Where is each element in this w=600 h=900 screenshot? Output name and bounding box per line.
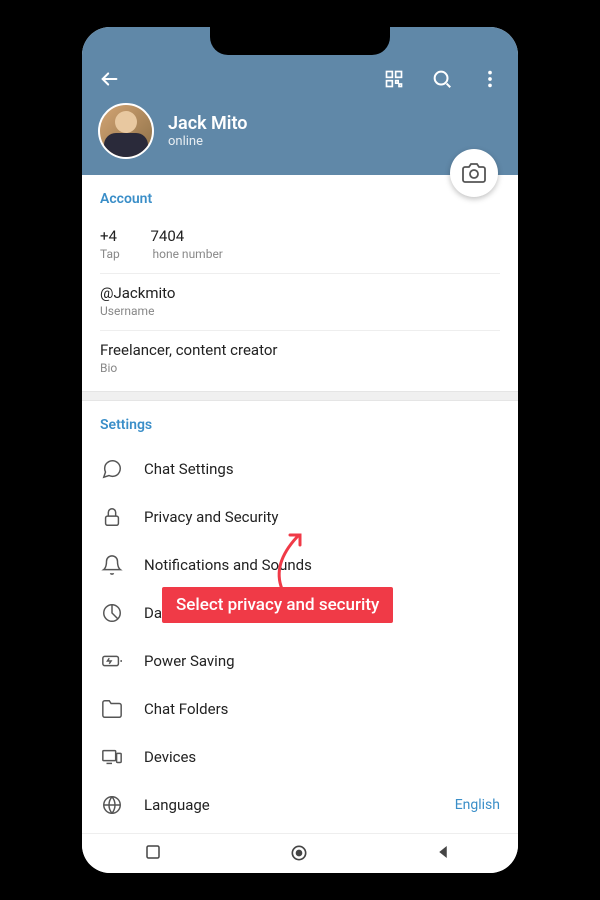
nav-recent[interactable] bbox=[144, 843, 166, 865]
settings-item-power[interactable]: Power Saving bbox=[82, 637, 518, 685]
settings-label: Devices bbox=[144, 748, 500, 766]
settings-item-data[interactable]: Data and Storage bbox=[82, 589, 518, 637]
devices-icon bbox=[100, 745, 124, 769]
account-title: Account bbox=[100, 191, 500, 207]
pie-icon bbox=[100, 601, 124, 625]
settings-item-privacy[interactable]: Privacy and Security bbox=[82, 493, 518, 541]
settings-label: Language bbox=[144, 796, 435, 814]
globe-icon bbox=[100, 793, 124, 817]
settings-list: Chat Settings Privacy and Security Notif… bbox=[82, 445, 518, 829]
phone-frame: Jack Mito online Account +4 7404 Tap hon… bbox=[70, 15, 530, 885]
account-section: Account +4 7404 Tap hone number @Jackmit… bbox=[82, 175, 518, 391]
settings-label: Power Saving bbox=[144, 652, 500, 670]
settings-section: Settings bbox=[82, 401, 518, 433]
content-area: Account +4 7404 Tap hone number @Jackmit… bbox=[82, 175, 518, 829]
settings-item-language[interactable]: Language English bbox=[82, 781, 518, 829]
phone-notch bbox=[210, 27, 390, 55]
settings-item-notifications[interactable]: Notifications and Sounds bbox=[82, 541, 518, 589]
bio-value: Freelancer, content creator bbox=[100, 341, 500, 359]
bio-label: Bio bbox=[100, 361, 500, 375]
settings-label: Chat Settings bbox=[144, 460, 500, 478]
avatar[interactable] bbox=[98, 103, 154, 159]
profile-status: online bbox=[168, 134, 248, 149]
qr-icon[interactable] bbox=[382, 67, 406, 91]
nav-bar bbox=[82, 833, 518, 873]
username-label: Username bbox=[100, 304, 500, 318]
camera-button[interactable] bbox=[450, 149, 498, 197]
username-row[interactable]: @Jackmito Username bbox=[100, 273, 500, 326]
chat-icon bbox=[100, 457, 124, 481]
profile-row[interactable]: Jack Mito online bbox=[98, 103, 502, 159]
settings-label: Notifications and Sounds bbox=[144, 556, 500, 574]
nav-home[interactable] bbox=[289, 843, 311, 865]
settings-label: Data and Storage bbox=[144, 604, 500, 622]
lock-icon bbox=[100, 505, 124, 529]
back-button[interactable] bbox=[98, 67, 122, 91]
bell-icon bbox=[100, 553, 124, 577]
phone-value: +4 7404 bbox=[100, 227, 500, 245]
more-icon[interactable] bbox=[478, 67, 502, 91]
settings-item-chat[interactable]: Chat Settings bbox=[82, 445, 518, 493]
header-toolbar bbox=[98, 67, 502, 91]
nav-back[interactable] bbox=[434, 843, 456, 865]
language-value: English bbox=[455, 797, 500, 813]
phone-row[interactable]: +4 7404 Tap hone number bbox=[100, 219, 500, 269]
phone-screen: Jack Mito online Account +4 7404 Tap hon… bbox=[82, 27, 518, 873]
section-divider bbox=[82, 391, 518, 401]
settings-label: Privacy and Security bbox=[144, 508, 500, 526]
folder-icon bbox=[100, 697, 124, 721]
profile-name: Jack Mito bbox=[168, 113, 248, 134]
username-value: @Jackmito bbox=[100, 284, 500, 302]
settings-label: Chat Folders bbox=[144, 700, 500, 718]
settings-title: Settings bbox=[100, 417, 500, 433]
phone-label: Tap hone number bbox=[100, 247, 500, 261]
bio-row[interactable]: Freelancer, content creator Bio bbox=[100, 330, 500, 383]
battery-icon bbox=[100, 649, 124, 673]
settings-item-devices[interactable]: Devices bbox=[82, 733, 518, 781]
search-icon[interactable] bbox=[430, 67, 454, 91]
settings-item-folders[interactable]: Chat Folders bbox=[82, 685, 518, 733]
